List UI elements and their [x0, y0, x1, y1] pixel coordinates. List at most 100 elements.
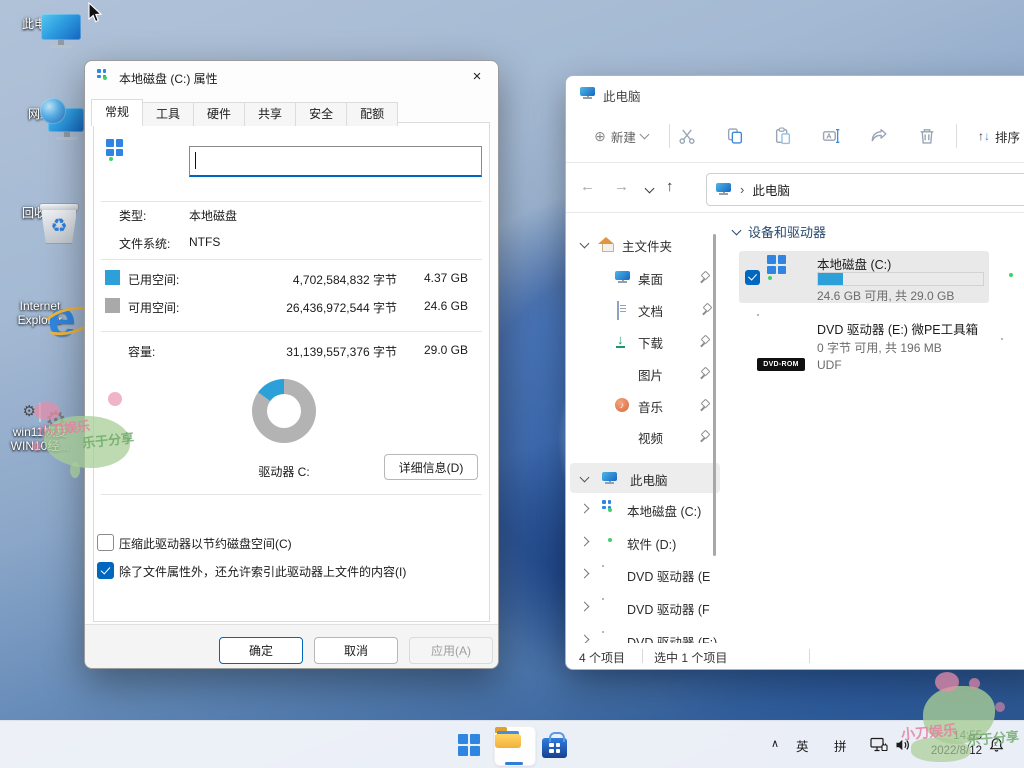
desktop-icon-network[interactable]: 网络 — [6, 104, 74, 121]
new-button[interactable]: ⊕ 新建 — [582, 122, 660, 150]
details-button[interactable]: 详细信息(D) — [384, 454, 478, 480]
sidebar-item-drive-d[interactable]: 软件 (D:) — [570, 527, 720, 557]
item-count: 4 个项目 — [579, 649, 625, 666]
disk-usage-fill — [818, 273, 843, 285]
close-icon[interactable]: × — [466, 67, 488, 87]
copy-button[interactable] — [719, 122, 751, 150]
sidebar-item-pictures[interactable]: 图片 — [570, 358, 720, 388]
free-space-bytes: 26,436,972,544 字节 — [189, 299, 397, 316]
status-bar: 4 个项目 选中 1 个项目 — [566, 643, 1024, 669]
chevron-right-icon[interactable] — [580, 504, 590, 514]
paste-button[interactable] — [767, 122, 799, 150]
breadcrumb-this-pc[interactable]: 此电脑 — [752, 180, 790, 199]
sidebar-item-videos[interactable]: 视频 — [570, 421, 720, 451]
rename-button[interactable]: A — [815, 122, 847, 150]
window-title: 此电脑 — [603, 86, 641, 105]
capacity-size: 29.0 GB — [401, 343, 468, 357]
sidebar-item-home[interactable]: 主文件夹 — [570, 229, 720, 259]
rename-icon: A — [822, 127, 840, 145]
sort-down-icon: ↓ — [984, 129, 990, 143]
volume-label-input[interactable] — [189, 146, 482, 177]
type-label: 类型: — [119, 207, 146, 224]
group-chevron-icon[interactable] — [732, 226, 742, 236]
desktop-icon-internet-explorer[interactable]: e Internet Explorer — [6, 296, 74, 327]
desktop-icon-win11-restore[interactable]: ⚙⚙ win11恢复WIN10经... — [6, 404, 74, 453]
index-checkbox[interactable] — [97, 562, 114, 579]
this-pc-icon — [716, 183, 732, 196]
dialog-tabs: 常规 工具 硬件 共享 安全 配额 — [91, 101, 398, 126]
tab-sharing[interactable]: 共享 — [245, 102, 296, 126]
tab-quota[interactable]: 配额 — [347, 102, 398, 126]
taskbar-clock[interactable]: 14:55 2022/8/12 — [920, 729, 982, 759]
share-button[interactable] — [863, 122, 895, 150]
sidebar-item-dvd-f2[interactable]: DVD 驱动器 (F:) — [570, 625, 720, 643]
chevron-down-icon[interactable] — [580, 239, 590, 249]
cut-button[interactable] — [671, 122, 703, 150]
sidebar-item-dvd-f[interactable]: DVD 驱动器 (F — [570, 592, 720, 622]
sidebar-item-dvd-e[interactable]: DVD 驱动器 (E — [570, 559, 720, 589]
compress-checkbox[interactable] — [97, 534, 114, 551]
toolbar-divider — [669, 124, 670, 148]
sidebar-item-documents[interactable]: 文档 — [570, 294, 720, 324]
used-space-bytes: 4,702,584,832 字节 — [189, 271, 397, 288]
ime-language-indicator[interactable]: 英 — [796, 736, 809, 755]
desktop-icon-recycle-bin[interactable]: ♻ 回收站 — [6, 203, 74, 220]
start-button[interactable] — [458, 734, 480, 756]
tab-general[interactable]: 常规 — [91, 99, 143, 126]
dvd-rom-badge: DVD-ROM — [757, 358, 805, 371]
free-space-swatch — [105, 298, 120, 313]
sidebar-item-this-pc[interactable]: 此电脑 — [570, 463, 720, 493]
disk-usage-donut-chart — [252, 379, 316, 443]
chevron-right-icon[interactable] — [580, 602, 590, 612]
sidebar-item-downloads[interactable]: ↓ 下载 — [570, 326, 720, 356]
chevron-down-icon[interactable] — [580, 473, 590, 483]
ime-mode-indicator[interactable]: 拼 — [834, 736, 847, 755]
windows-logo-icon — [106, 139, 123, 156]
ok-button[interactable]: 确定 — [219, 637, 303, 664]
network-icon[interactable] — [870, 737, 888, 758]
taskbar-microsoft-store[interactable] — [542, 738, 567, 758]
cancel-button[interactable]: 取消 — [314, 637, 398, 664]
dialog-title: 本地磁盘 (C:) 属性 — [119, 70, 218, 87]
sidebar-item-desktop[interactable]: 桌面 — [570, 262, 720, 292]
apply-button[interactable]: 应用(A) — [409, 637, 493, 664]
chevron-right-icon[interactable] — [580, 569, 590, 579]
file-item-dvd-e[interactable]: DVD-ROM DVD 驱动器 (E:) 微PE工具箱 0 字节 可用, 共 1… — [739, 313, 989, 375]
taskbar-file-explorer[interactable] — [494, 726, 536, 766]
hidden-icons-chevron[interactable]: ∧ — [771, 737, 779, 750]
volume-icon[interactable] — [895, 738, 911, 757]
selection-checkbox[interactable] — [745, 270, 760, 285]
capacity-label: 容量: — [128, 343, 155, 360]
tab-hardware[interactable]: 硬件 — [194, 102, 245, 126]
notification-bell-icon[interactable]: z — [988, 737, 1005, 758]
back-button[interactable]: ← — [580, 178, 595, 195]
history-chevron-icon[interactable] — [645, 184, 655, 194]
up-button[interactable]: ↑ — [666, 178, 674, 195]
item-name: 本地磁盘 (C:) — [817, 254, 891, 273]
gear-icon: ⚙ — [23, 402, 36, 420]
file-item-drive-c[interactable]: 本地磁盘 (C:) 24.6 GB 可用, 共 29.0 GB — [739, 251, 989, 303]
sidebar-item-drive-c[interactable]: 本地磁盘 (C:) — [570, 494, 720, 524]
address-bar[interactable]: › 此电脑 — [706, 173, 1024, 206]
sidebar-item-music[interactable]: ♪ 音乐 — [570, 390, 720, 420]
sidebar-scrollbar[interactable] — [713, 234, 716, 556]
filesystem-value: NTFS — [189, 235, 220, 249]
share-icon — [870, 127, 888, 145]
drive-icon-large — [104, 139, 146, 175]
status-divider — [642, 649, 643, 663]
cut-icon — [678, 127, 696, 145]
recycle-glyph: ♻ — [50, 217, 67, 236]
item-info: 0 字节 可用, 共 196 MB — [817, 339, 942, 356]
tab-security[interactable]: 安全 — [296, 102, 347, 126]
chevron-right-icon[interactable] — [580, 635, 590, 643]
forward-button[interactable]: → — [614, 178, 629, 195]
file-explorer-window: 此电脑 ⊕ 新建 A ↑ ↓ 排序 — [565, 75, 1024, 670]
navigation-pane: 主文件夹 桌面 文档 ↓ 下载 图片 — [566, 213, 726, 643]
delete-button[interactable] — [911, 122, 943, 150]
svg-text:z: z — [994, 741, 997, 748]
chevron-right-icon[interactable] — [580, 537, 590, 547]
desktop-icon-this-pc[interactable]: 此电脑 — [6, 14, 74, 31]
sort-button[interactable]: ↑ ↓ 排序 — [964, 122, 1024, 150]
group-header: 设备和驱动器 — [748, 222, 826, 241]
tab-tools[interactable]: 工具 — [143, 102, 194, 126]
